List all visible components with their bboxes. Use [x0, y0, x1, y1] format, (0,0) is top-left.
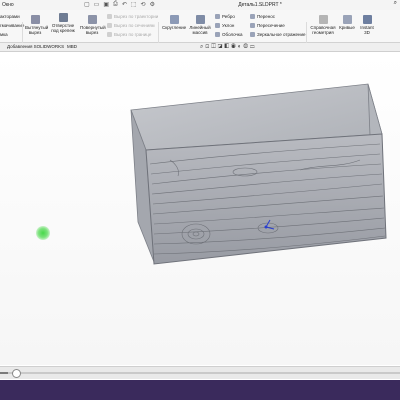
draft-icon — [215, 23, 220, 28]
hole-wizard-button[interactable]: Отверстие под крепеж — [50, 13, 76, 33]
boundary-cut-item[interactable]: Вырез по границе — [107, 32, 151, 37]
swept-cut-item[interactable]: Вырез по траектории — [107, 14, 158, 19]
quick-access-toolbar: ▢ ▭ ▣ ⎙ ↶ ⬚ ⟲ ⚙ — [84, 1, 155, 8]
rib-item[interactable]: Ребро — [215, 14, 235, 19]
linear-pattern-icon — [195, 15, 205, 24]
playback-progress-track[interactable] — [0, 369, 400, 378]
hide-show-icon[interactable]: ◉ — [231, 44, 238, 50]
swept-cut-icon — [107, 14, 112, 19]
heads-up-view-toolbar: ⌕⊡◫◪◧◉◐◍▭ — [200, 44, 257, 51]
select-icon[interactable]: ⬚ — [131, 1, 137, 8]
curves-button[interactable]: Кривые — [338, 15, 356, 30]
fillet-button[interactable]: Скругление — [162, 15, 186, 30]
mouse-cursor-highlight — [36, 226, 50, 240]
wrap-item[interactable]: Перенос — [250, 14, 275, 19]
mirror-item[interactable]: Зеркальное отражение — [250, 32, 306, 37]
linear-pattern-button[interactable]: Линейный массив — [188, 15, 212, 35]
mirror-icon — [250, 32, 255, 37]
print-icon[interactable]: ⎙ — [113, 1, 118, 8]
search-icon[interactable]: ⌕ — [394, 0, 397, 7]
fillet-icon — [169, 15, 179, 24]
ribbon-item-2[interactable]: гмачивание — [0, 23, 24, 28]
revolve-cut-button[interactable]: Повернутый вырез — [80, 15, 106, 35]
hole-wizard-icon — [58, 13, 68, 22]
reference-geometry-icon — [318, 15, 328, 24]
instant3d-button[interactable]: Instant 3D — [358, 15, 376, 35]
shell-icon — [215, 32, 220, 37]
save-icon[interactable]: ▣ — [103, 1, 109, 8]
reference-geometry-button[interactable]: Справочная геометрия — [309, 15, 337, 35]
rebuild-icon[interactable]: ⟲ — [141, 1, 146, 8]
graphics-viewport[interactable] — [0, 52, 400, 365]
view-settings-icon[interactable]: ▭ — [250, 44, 257, 50]
undo-icon[interactable]: ↶ — [122, 1, 127, 8]
box-front-face — [145, 133, 387, 265]
intersect-item[interactable]: Пересечение — [250, 23, 285, 28]
playback-scrubber-handle[interactable] — [12, 369, 21, 378]
model-view — [130, 83, 387, 265]
playback-progress-fill — [0, 372, 8, 374]
wrap-icon — [250, 14, 255, 19]
curves-icon — [342, 15, 352, 24]
revolve-cut-icon — [87, 15, 97, 24]
ribbon-item-1[interactable]: акторами — [0, 14, 20, 19]
boundary-cut-icon — [107, 32, 112, 37]
section-view-icon[interactable]: ◫ — [211, 44, 218, 50]
options-icon[interactable]: ⚙ — [150, 1, 155, 8]
open-icon[interactable]: ▭ — [94, 1, 100, 8]
tab-solidworks-addins[interactable]: Добавления SOLIDWORKS — [4, 44, 67, 49]
draft-item[interactable]: Уклон — [215, 23, 234, 28]
tab-mbd[interactable]: MBD — [64, 44, 80, 49]
wooden-box-model[interactable] — [130, 83, 387, 265]
instant3d-icon — [362, 15, 372, 24]
lofted-cut-item[interactable]: Вырез по сечениям — [107, 23, 155, 28]
display-style-icon[interactable]: ◧ — [224, 44, 231, 50]
features-ribbon: акторами гмачивание мка Вытянутый вырез … — [0, 10, 400, 48]
document-title: Деталь1.SLDPRT * — [238, 2, 282, 8]
rib-icon — [215, 14, 220, 19]
intersect-icon — [250, 23, 255, 28]
window-menu-label[interactable]: Окно — [2, 2, 14, 8]
video-footer-bar — [0, 380, 400, 400]
ribbon-item-3[interactable]: мка — [0, 32, 8, 37]
new-icon[interactable]: ▢ — [84, 1, 90, 8]
lofted-cut-icon — [107, 23, 112, 28]
shell-item[interactable]: Оболочка — [215, 32, 242, 37]
extrude-cut-button[interactable]: Вытянутый вырез — [25, 15, 48, 35]
extrude-cut-icon — [30, 15, 40, 24]
